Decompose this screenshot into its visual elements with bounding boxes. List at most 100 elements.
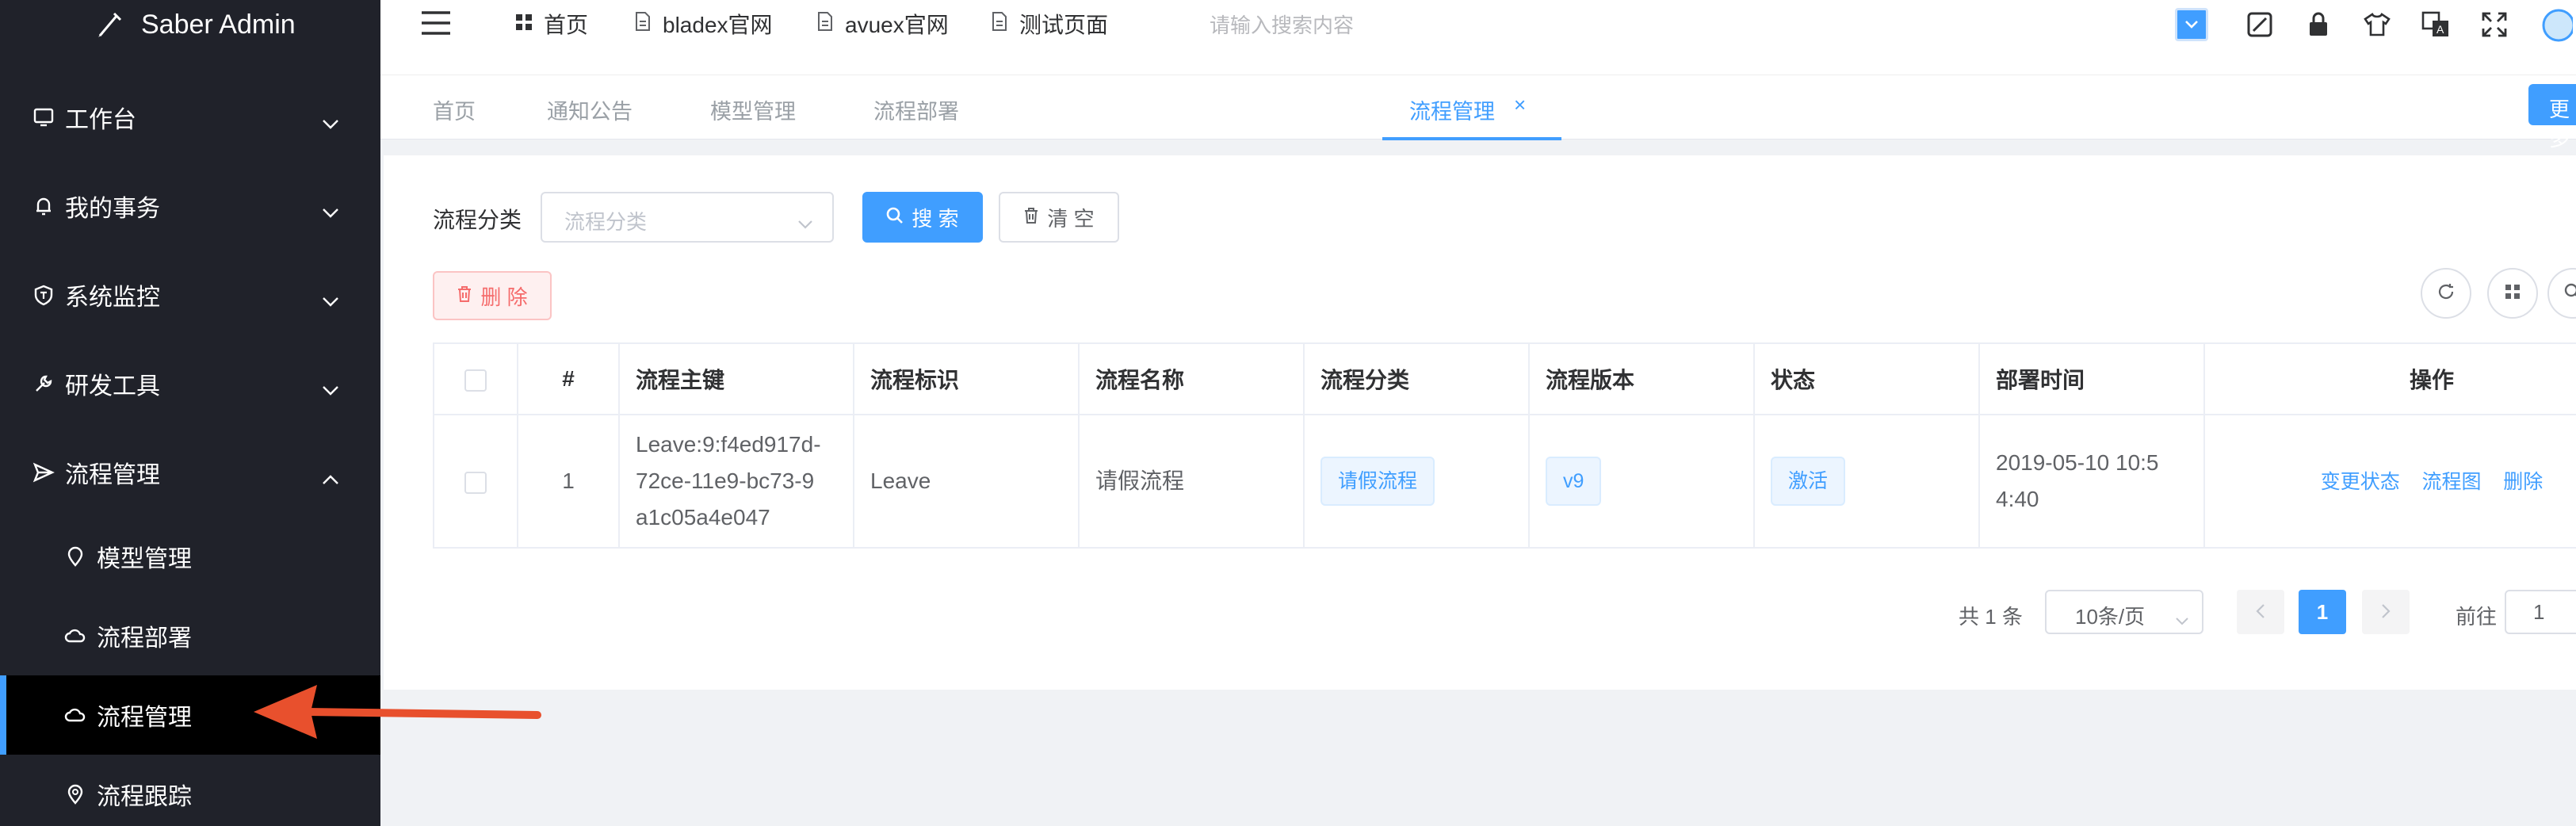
document-icon <box>991 11 1008 37</box>
submenu-label: 流程部署 <box>97 625 192 652</box>
theme-shirt-icon[interactable] <box>2360 8 2394 41</box>
filter-label: 流程分类 <box>433 208 522 232</box>
page-size-value: 10条/页 <box>2075 605 2146 629</box>
trash-icon <box>457 284 472 308</box>
delete-button-label: 删 除 <box>480 285 528 309</box>
page-number-current[interactable]: 1 <box>2299 590 2346 634</box>
nav-label: 测试页面 <box>1019 13 1109 37</box>
column-header-index: # <box>517 342 620 415</box>
nav-bladex[interactable]: bladex官网 <box>634 0 773 48</box>
tab-notice[interactable]: 通知公告 <box>547 94 633 125</box>
row-identifier: Leave <box>853 414 1080 549</box>
menu-item-my-affairs[interactable]: 我的事务 <box>0 162 380 250</box>
chevron-down-icon <box>322 198 339 225</box>
submenu-label: 流程管理 <box>97 705 192 731</box>
tab-process-deploy[interactable]: 流程部署 <box>873 94 959 125</box>
submenu-item-model-management[interactable]: 模型管理 <box>0 517 380 596</box>
nav-label: bladex官网 <box>663 13 773 37</box>
chevron-down-icon <box>2175 607 2189 632</box>
search-icon <box>886 205 904 230</box>
pagination-total: 共 1 条 <box>1959 605 2023 629</box>
row-key-line: Leave:9:f4ed917d- <box>636 432 821 457</box>
submenu-label: 模型管理 <box>97 546 192 572</box>
category-select[interactable]: 流程分类 <box>541 192 834 243</box>
column-header-identifier: 流程标识 <box>853 342 1080 415</box>
row-key-cell: Leave:9:f4ed917d- 72ce-11e9-bc73-9 a1c05… <box>618 414 854 549</box>
table-header-row: # 流程主键 流程标识 流程名称 流程分类 流程版本 状态 部署时间 操作 <box>433 342 2576 415</box>
next-page-button[interactable] <box>2362 590 2410 634</box>
row-checkbox[interactable] <box>464 471 487 494</box>
change-status-link[interactable]: 变更状态 <box>2321 471 2400 493</box>
menu-item-process-management[interactable]: 流程管理 <box>0 428 380 517</box>
menu-item-dev-tools[interactable]: 研发工具 <box>0 339 380 428</box>
refresh-button[interactable] <box>2421 268 2471 319</box>
category-tag: 请假流程 <box>1320 457 1435 506</box>
row-status-cell: 激活 <box>1753 414 1980 549</box>
lock-icon[interactable] <box>2302 8 2335 41</box>
deploy-time-line: 4:40 <box>1996 487 2039 511</box>
menu-item-system-monitor[interactable]: 系统监控 <box>0 250 380 339</box>
bell-icon <box>32 194 55 218</box>
tab-process-management[interactable]: 流程管理 <box>1409 94 1495 125</box>
svg-text:A: A <box>2436 23 2444 36</box>
nav-label: 首页 <box>544 13 589 37</box>
search-button-label: 搜 索 <box>912 206 959 231</box>
nav-avuex[interactable]: avuex官网 <box>816 0 949 48</box>
row-actions-cell: 变更状态 流程图 删除 <box>2203 414 2576 549</box>
trash-icon <box>1023 205 1039 230</box>
fullscreen-icon[interactable] <box>2478 8 2511 41</box>
shield-icon <box>32 283 55 307</box>
menu-item-workbench[interactable]: 工作台 <box>0 73 380 162</box>
send-icon <box>32 461 55 484</box>
menu-label: 系统监控 <box>65 285 160 311</box>
hamburger-menu-icon[interactable] <box>420 10 452 40</box>
more-button[interactable]: 更多 <box>2528 84 2576 151</box>
submenu-label: 流程跟踪 <box>97 784 192 810</box>
delete-link[interactable]: 删除 <box>2503 471 2543 493</box>
select-all-cell <box>433 342 518 415</box>
menu-label: 我的事务 <box>65 196 160 222</box>
tab-home[interactable]: 首页 <box>433 94 476 125</box>
submenu-item-process-deploy[interactable]: 流程部署 <box>0 596 380 675</box>
chevron-up-icon <box>322 465 339 491</box>
search-button[interactable]: 搜 索 <box>862 192 983 243</box>
search-input[interactable] <box>1210 8 1685 43</box>
row-name: 请假流程 <box>1078 414 1305 549</box>
select-placeholder: 流程分类 <box>564 210 648 234</box>
document-icon <box>634 11 652 37</box>
delete-button[interactable]: 删 除 <box>433 271 552 320</box>
chevron-down-icon <box>797 211 813 235</box>
row-key-line: a1c05a4e047 <box>636 505 770 530</box>
row-version-cell: v9 <box>1528 414 1755 549</box>
search-toggle-button[interactable] <box>2547 268 2576 319</box>
row-index: 1 <box>517 414 620 549</box>
main-card: 流程分类 流程分类 搜 索 清 空 删 除 # 流程主键 流程标识 流程名称 流… <box>384 155 2576 690</box>
process-table: # 流程主键 流程标识 流程名称 流程分类 流程版本 状态 部署时间 操作 1 … <box>433 342 2576 549</box>
menu-label: 研发工具 <box>65 373 160 400</box>
page-size-select[interactable]: 10条/页 <box>2045 590 2203 634</box>
chevron-left-icon <box>2256 600 2265 625</box>
wrench-icon <box>32 372 55 396</box>
dropdown-icon[interactable] <box>2175 8 2208 41</box>
column-settings-button[interactable] <box>2487 268 2538 319</box>
tab-bar: 首页 通知公告 模型管理 流程部署 流程管理 × 更多 <box>380 75 2576 151</box>
clear-button[interactable]: 清 空 <box>999 192 1119 243</box>
pagination: 共 1 条 10条/页 1 前往 <box>384 590 2576 634</box>
nav-home[interactable]: 首页 <box>515 0 588 48</box>
tab-close-icon[interactable]: × <box>1514 93 1526 117</box>
monitor-icon <box>32 105 55 129</box>
lock-screen-icon[interactable] <box>2243 8 2276 41</box>
prev-page-button[interactable] <box>2237 590 2284 634</box>
nav-test-page[interactable]: 测试页面 <box>991 0 1108 48</box>
submenu-item-process-tracking[interactable]: 流程跟踪 <box>0 755 380 826</box>
goto-page-input[interactable] <box>2505 590 2576 634</box>
search-icon <box>2564 283 2576 304</box>
menu-label: 流程管理 <box>65 462 160 488</box>
brush-icon <box>98 12 122 37</box>
tab-model-management[interactable]: 模型管理 <box>710 94 796 125</box>
process-diagram-link[interactable]: 流程图 <box>2421 471 2481 493</box>
language-icon[interactable]: A <box>2419 8 2452 41</box>
select-all-checkbox[interactable] <box>464 369 487 392</box>
more-label: 更多 <box>2549 98 2570 151</box>
avatar[interactable] <box>2541 8 2573 43</box>
